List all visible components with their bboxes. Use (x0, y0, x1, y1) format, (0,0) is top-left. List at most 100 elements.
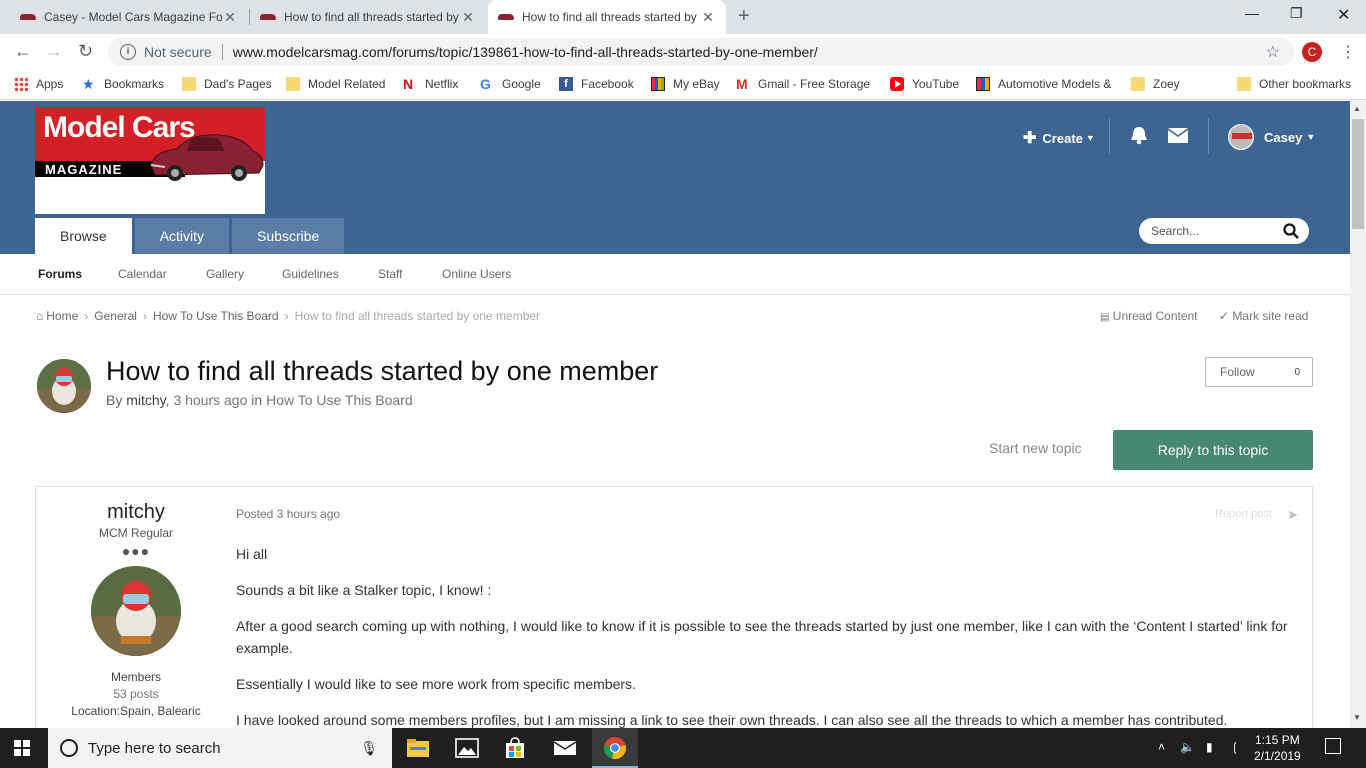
topic-author-link[interactable]: mitchy (126, 392, 165, 408)
notifications-button[interactable] (1130, 125, 1148, 145)
subnav-forums[interactable]: Forums (38, 267, 82, 281)
inbox-icon: ▤ (1100, 312, 1110, 323)
omnibox-divider (221, 44, 223, 60)
omnibox[interactable]: i Not secure www.modelcarsmag.com/forums… (108, 38, 1294, 66)
search-icon[interactable] (1283, 223, 1299, 239)
profile-avatar[interactable]: C (1302, 42, 1322, 62)
tab-close-icon[interactable]: ✕ (700, 9, 716, 26)
breadcrumb-general[interactable]: General (94, 309, 137, 323)
car-illustration-icon (150, 134, 264, 181)
bookmark-label: Automotive Models & (998, 77, 1112, 91)
tab-subscribe[interactable]: Subscribe (232, 218, 345, 254)
bookmark-zoey[interactable]: Zoey (1131, 77, 1180, 91)
folder-icon (286, 77, 300, 91)
chrome-menu-icon[interactable]: ⋮ (1340, 42, 1356, 62)
battery-icon[interactable]: ▮ (1206, 740, 1213, 754)
topic-forum-link[interactable]: How To Use This Board (266, 392, 413, 408)
check-icon: ✓ (1219, 309, 1230, 323)
topic-meta: By mitchy, 3 hours ago in How To Use Thi… (106, 392, 413, 408)
tab-close-icon[interactable]: ✕ (222, 9, 238, 26)
bookmark-label: My eBay (673, 77, 720, 91)
scroll-down-icon[interactable]: ▼ (1353, 713, 1361, 722)
bookmark-label: Facebook (581, 77, 634, 91)
bookmark-star-icon[interactable]: ☆ (1266, 42, 1280, 62)
header-divider (1109, 118, 1110, 154)
maximize-icon[interactable]: ❐ (1290, 5, 1303, 22)
action-center-icon[interactable] (1325, 738, 1341, 754)
topic-author-avatar[interactable] (37, 359, 91, 413)
ebay-icon (651, 77, 665, 91)
info-icon[interactable]: i (120, 44, 136, 60)
photos-icon[interactable] (455, 736, 479, 760)
scrollbar-thumb[interactable] (1352, 119, 1364, 229)
in-label: in (251, 392, 263, 408)
breadcrumb-home[interactable]: Home (46, 309, 78, 323)
user-menu[interactable]: Casey ▼ (1228, 124, 1315, 150)
site-search-input[interactable]: Search... (1139, 218, 1309, 244)
tab-browse[interactable]: Browse (35, 218, 132, 254)
subnav-online-users[interactable]: Online Users (442, 267, 511, 281)
windows-start-icon[interactable] (14, 740, 30, 756)
subnav-gallery[interactable]: Gallery (206, 267, 244, 281)
tab-close-icon[interactable]: ✕ (460, 9, 476, 26)
browser-tab[interactable]: Casey - Model Cars Magazine Fo ✕ (10, 0, 248, 34)
system-clock[interactable]: 1:15 PM 2/1/2019 (1254, 732, 1301, 764)
create-button[interactable]: ✚ Create ▼ (1023, 128, 1095, 148)
url-text[interactable]: www.modelcarsmag.com/forums/topic/139861… (233, 44, 818, 60)
post-author-avatar[interactable] (91, 566, 181, 656)
chevron-up-icon[interactable]: ˄ (1158, 740, 1165, 754)
browser-tab[interactable]: How to find all threads started by ✕ (250, 0, 486, 34)
store-icon[interactable] (503, 736, 527, 760)
report-post-link[interactable]: Report post (1215, 508, 1272, 520)
bookmark-apps[interactable]: Apps (14, 77, 63, 91)
unread-content-link[interactable]: ▤ Unread Content (1100, 309, 1198, 323)
minimize-icon[interactable]: — (1245, 5, 1259, 21)
site-logo[interactable]: Model Cars MAGAZINE (35, 107, 265, 214)
page-scrollbar[interactable]: ▲ ▼ (1350, 101, 1366, 728)
bookmark-facebook[interactable]: f Facebook (559, 77, 634, 91)
bookmark-model-related[interactable]: Model Related (286, 77, 385, 91)
scroll-up-icon[interactable]: ▲ (1353, 104, 1361, 113)
site-header: Model Cars MAGAZINE ✚ Create ▼ Casey ▼ B… (0, 101, 1350, 254)
wifi-icon[interactable]: ❲ (1230, 740, 1240, 754)
post-author-name[interactable]: mitchy (36, 501, 236, 524)
start-new-topic-link[interactable]: Start new topic (989, 440, 1082, 456)
browser-tab-active[interactable]: How to find all threads started by ✕ (488, 0, 726, 34)
bookmark-dads-pages[interactable]: Dad's Pages (182, 77, 272, 91)
messages-button[interactable] (1168, 128, 1188, 143)
bookmark-youtube[interactable]: YouTube (890, 77, 959, 91)
bookmark-google[interactable]: G Google (480, 77, 541, 91)
new-tab-button[interactable]: + (738, 5, 750, 28)
car-favicon-icon (498, 12, 514, 22)
mark-site-read-link[interactable]: ✓ Mark site read (1219, 309, 1308, 323)
subnav-calendar[interactable]: Calendar (118, 267, 167, 281)
mail-icon[interactable] (553, 736, 577, 760)
bookmark-automotive-models[interactable]: Automotive Models & (976, 77, 1112, 91)
bookmark-label: Apps (36, 77, 64, 91)
bookmark-label: YouTube (912, 77, 960, 91)
follow-button[interactable]: Follow 0 (1205, 357, 1313, 387)
back-arrow-icon[interactable]: ← (14, 41, 32, 62)
window-close-icon[interactable]: ✕ (1337, 5, 1350, 25)
post-content: Hi all Sounds a bit like a Stalker topic… (236, 543, 1296, 745)
bookmark-my-ebay[interactable]: My eBay (651, 77, 720, 91)
bookmark-other[interactable]: Other bookmarks (1237, 77, 1351, 91)
bookmark-label: Netflix (425, 77, 459, 91)
volume-icon[interactable]: 🔈 (1180, 740, 1195, 754)
file-explorer-icon[interactable] (406, 736, 430, 760)
breadcrumb-how-to-use[interactable]: How To Use This Board (153, 309, 279, 323)
follow-count: 0 (1294, 366, 1300, 378)
chrome-taskbar-button[interactable] (592, 728, 638, 768)
taskbar-search-input[interactable]: Type here to search 🎙 (48, 728, 392, 768)
bookmark-netflix[interactable]: N Netflix (403, 77, 458, 91)
share-icon[interactable]: ➤ (1287, 507, 1298, 523)
bookmark-gmail[interactable]: M Gmail - Free Storage (736, 77, 870, 91)
reload-icon[interactable]: ↻ (78, 41, 93, 62)
subnav-staff[interactable]: Staff (378, 267, 402, 281)
forward-arrow-icon[interactable]: → (45, 41, 63, 62)
reply-to-topic-button[interactable]: Reply to this topic (1113, 430, 1313, 470)
bookmark-bookmarks[interactable]: ★ Bookmarks (82, 77, 164, 91)
tab-activity[interactable]: Activity (134, 218, 230, 254)
subnav-guidelines[interactable]: Guidelines (282, 267, 339, 281)
microphone-icon[interactable]: 🎙 (360, 740, 378, 757)
